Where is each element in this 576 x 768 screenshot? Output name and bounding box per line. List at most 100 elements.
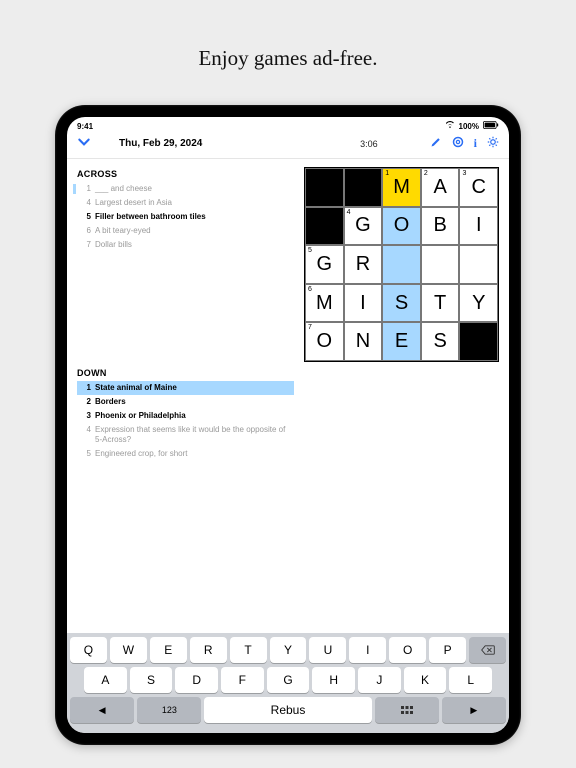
cell-letter: S xyxy=(395,292,408,315)
clue-number: 4 xyxy=(77,198,91,208)
clue-text: Engineered crop, for short xyxy=(95,449,292,459)
key-o[interactable]: O xyxy=(389,637,426,663)
key-e[interactable]: E xyxy=(150,637,187,663)
key-rebus[interactable]: Rebus xyxy=(204,697,371,723)
lifesaver-icon[interactable] xyxy=(452,136,464,151)
content-area: ACROSS 1___ and cheese4Largest desert in… xyxy=(67,159,509,633)
clue-item[interactable]: 1___ and cheese xyxy=(77,182,294,196)
cell-letter: Y xyxy=(472,292,485,315)
clue-text: Expression that seems like it would be t… xyxy=(95,425,292,445)
puzzle-timer[interactable]: 3:06 xyxy=(360,139,378,149)
key-l[interactable]: L xyxy=(449,667,492,693)
cell-letter: G xyxy=(355,214,371,237)
cell[interactable]: B xyxy=(421,207,460,246)
battery-percent: 100% xyxy=(459,122,479,131)
clue-number: 3 xyxy=(77,411,91,421)
across-clue-list: 1___ and cheese4Largest desert in Asia5F… xyxy=(77,182,294,252)
pencil-icon[interactable] xyxy=(430,136,442,151)
key-d[interactable]: D xyxy=(175,667,218,693)
crossword-grid[interactable]: 1M2A3C4GOBI5GR6MISTY7ONES xyxy=(304,167,499,362)
cell-letter: M xyxy=(393,176,410,199)
clue-item[interactable]: 6A bit teary-eyed xyxy=(77,224,294,238)
back-chevron-icon[interactable] xyxy=(77,135,91,152)
key-h[interactable]: H xyxy=(312,667,355,693)
clue-number: 5 xyxy=(77,449,91,459)
cell[interactable]: 4G xyxy=(344,207,383,246)
clue-item[interactable]: 5Filler between bathroom tiles xyxy=(77,210,294,224)
cell[interactable]: S xyxy=(421,322,460,361)
cell-letter: I xyxy=(476,214,482,237)
clue-text: ___ and cheese xyxy=(95,184,292,194)
gear-icon[interactable] xyxy=(487,136,499,151)
cell-letter: B xyxy=(433,214,446,237)
cell-letter: E xyxy=(395,330,408,353)
grid-wrap: 1M2A3C4GOBI5GR6MISTY7ONES xyxy=(304,167,499,633)
screen: 9:41 100% Thu, Feb 29, 2024 3:06 xyxy=(67,117,509,733)
cell[interactable]: E xyxy=(382,322,421,361)
cell[interactable]: T xyxy=(421,284,460,323)
clue-item[interactable]: 3Phoenix or Philadelphia xyxy=(77,409,294,423)
cell[interactable]: 5G xyxy=(305,245,344,284)
clue-item[interactable]: 4Expression that seems like it would be … xyxy=(77,423,294,447)
cell-number: 1 xyxy=(385,170,389,177)
cell[interactable] xyxy=(382,245,421,284)
clue-item[interactable]: 7Dollar bills xyxy=(77,238,294,252)
cell-black xyxy=(305,207,344,246)
status-time: 9:41 xyxy=(77,122,93,131)
key-a[interactable]: A xyxy=(84,667,127,693)
clue-item[interactable]: 2Borders xyxy=(77,395,294,409)
cell-number: 4 xyxy=(347,209,351,216)
cell-number: 5 xyxy=(308,247,312,254)
key-f[interactable]: F xyxy=(221,667,264,693)
clue-item[interactable]: 5 Engineered crop, for short xyxy=(77,447,294,461)
clue-number: 4 xyxy=(77,425,91,445)
cell[interactable]: S xyxy=(382,284,421,323)
more-key[interactable] xyxy=(375,697,439,723)
info-icon[interactable]: i xyxy=(474,136,477,151)
key-◀[interactable]: ◀ xyxy=(70,697,134,723)
wifi-icon xyxy=(445,121,455,131)
key-r[interactable]: R xyxy=(190,637,227,663)
cell[interactable]: 1M xyxy=(382,168,421,207)
clue-item[interactable]: 4Largest desert in Asia xyxy=(77,196,294,210)
cell-number: 6 xyxy=(308,286,312,293)
cell[interactable]: 6M xyxy=(305,284,344,323)
cell[interactable] xyxy=(459,245,498,284)
key-i[interactable]: I xyxy=(349,637,386,663)
cell[interactable]: O xyxy=(382,207,421,246)
clues-panel: ACROSS 1___ and cheese4Largest desert in… xyxy=(77,167,294,633)
backspace-key[interactable] xyxy=(469,637,506,663)
cell[interactable]: 7O xyxy=(305,322,344,361)
key-q[interactable]: Q xyxy=(70,637,107,663)
key-j[interactable]: J xyxy=(358,667,401,693)
clue-item[interactable]: 1State animal of Maine xyxy=(77,381,294,395)
clue-number: 1 xyxy=(77,383,91,393)
cell-number: 2 xyxy=(424,170,428,177)
key-g[interactable]: G xyxy=(267,667,310,693)
cell-letter: R xyxy=(356,253,370,276)
cell-number: 7 xyxy=(308,324,312,331)
cell[interactable]: 3C xyxy=(459,168,498,207)
key-▶[interactable]: ▶ xyxy=(442,697,506,723)
key-w[interactable]: W xyxy=(110,637,147,663)
key-y[interactable]: Y xyxy=(270,637,307,663)
key-k[interactable]: K xyxy=(404,667,447,693)
cell[interactable]: 2A xyxy=(421,168,460,207)
battery-icon xyxy=(483,121,499,131)
cell[interactable]: I xyxy=(344,284,383,323)
cell[interactable]: R xyxy=(344,245,383,284)
cell-black xyxy=(344,168,383,207)
key-123[interactable]: 123 xyxy=(137,697,201,723)
cell[interactable]: I xyxy=(459,207,498,246)
key-p[interactable]: P xyxy=(429,637,466,663)
key-t[interactable]: T xyxy=(230,637,267,663)
cell[interactable]: N xyxy=(344,322,383,361)
key-u[interactable]: U xyxy=(309,637,346,663)
cell[interactable] xyxy=(421,245,460,284)
puzzle-date: Thu, Feb 29, 2024 xyxy=(119,138,202,149)
clue-number: 6 xyxy=(77,226,91,236)
key-s[interactable]: S xyxy=(130,667,173,693)
ipad-device-frame: 9:41 100% Thu, Feb 29, 2024 3:06 xyxy=(55,105,521,745)
cell-letter: A xyxy=(433,176,446,199)
cell[interactable]: Y xyxy=(459,284,498,323)
